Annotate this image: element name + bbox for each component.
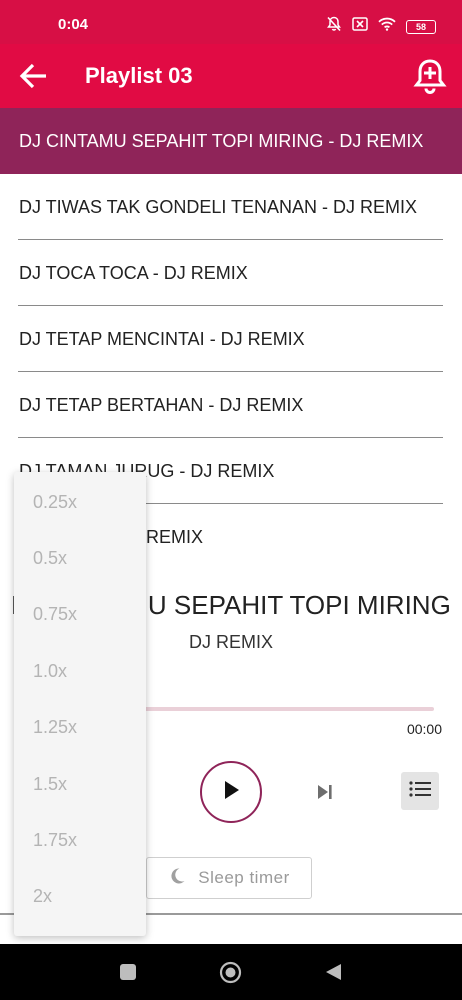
speed-option[interactable]: 0.25x — [14, 474, 146, 530]
track-row[interactable]: DJ TETAP BERTAHAN - DJ REMIX — [0, 372, 462, 438]
battery-icon: 58 — [406, 19, 436, 34]
speed-option[interactable]: 1.5x — [14, 756, 146, 812]
speed-option[interactable]: 0.75x — [14, 587, 146, 643]
arrow-left-icon[interactable] — [18, 60, 50, 92]
status-bar: 0:04 58 — [0, 0, 462, 44]
speed-option[interactable]: 1.75x — [14, 812, 146, 868]
app-toolbar: Playlist 03 — [0, 44, 462, 108]
speed-option[interactable]: 0.5x — [14, 530, 146, 586]
recents-icon[interactable] — [120, 964, 136, 980]
play-button[interactable] — [200, 761, 262, 823]
track-title: DJ TIWAS TAK GONDELI TENANAN - DJ REMIX — [19, 196, 418, 217]
speed-option[interactable]: 2x — [14, 869, 146, 925]
system-nav-bar — [0, 944, 462, 1000]
track-title: DJ TETAP MENCINTAI - DJ REMIX — [19, 328, 305, 349]
track-title: DJ TOCA TOCA - DJ REMIX — [19, 262, 248, 283]
sleep-timer-button[interactable]: Sleep timer — [146, 857, 312, 899]
duration-label: 00:00 — [406, 721, 442, 737]
track-title: DJ CINTAMU SEPAHIT TOPI MIRING - DJ REMI… — [19, 130, 424, 151]
sim-x-icon — [352, 17, 368, 36]
speed-option[interactable]: 1.25x — [14, 700, 146, 756]
add-alarm-icon[interactable] — [410, 56, 450, 96]
sleep-timer-label: Sleep timer — [198, 868, 290, 887]
playback-speed-menu: 0.25x 0.5x 0.75x 1.0x 1.25x 1.5x 1.75x 2… — [14, 472, 146, 936]
track-row[interactable]: DJ TETAP MENCINTAI - DJ REMIX — [0, 306, 462, 372]
play-icon — [220, 779, 242, 806]
page-title: Playlist 03 — [85, 63, 193, 88]
track-row[interactable]: DJ TIWAS TAK GONDELI TENANAN - DJ REMIX — [0, 174, 462, 240]
track-row[interactable]: DJ CINTAMU SEPAHIT TOPI MIRING - DJ REMI… — [0, 108, 462, 174]
track-title: DJ TETAP BERTAHAN - DJ REMIX — [19, 394, 304, 415]
status-icons: 58 — [326, 16, 436, 37]
list-icon — [408, 779, 432, 804]
wifi-icon — [378, 17, 396, 36]
bell-off-icon — [326, 16, 342, 37]
home-icon[interactable] — [219, 961, 242, 984]
track-row[interactable]: DJ TOCA TOCA - DJ REMIX — [0, 240, 462, 306]
moon-icon — [168, 867, 186, 890]
skip-next-icon[interactable] — [312, 779, 338, 805]
speed-option[interactable]: 1.0x — [14, 643, 146, 699]
back-triangle-icon[interactable] — [323, 962, 343, 982]
status-time: 0:04 — [58, 16, 89, 33]
queue-button[interactable] — [401, 772, 439, 810]
